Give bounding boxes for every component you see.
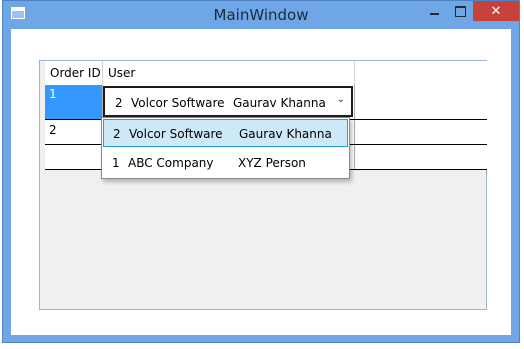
user-combobox[interactable]: 2 Volcor Software Gaurav Khanna ⌄ [103,86,353,117]
dropdown-item-company: ABC Company [128,156,214,170]
maximize-icon [454,5,466,17]
title-bar[interactable]: MainWindow ✕ [3,1,519,29]
filler-cell [355,85,487,119]
close-icon: ✕ [490,3,502,19]
combo-selected-company: Volcor Software [131,96,225,110]
dropdown-item-person: Gaurav Khanna [239,127,332,141]
order-id-cell[interactable]: 1 [45,85,103,119]
window-client-area: Order ID User 1 2 Volcor Software Gaurav… [11,29,511,335]
filler-cell [355,120,487,144]
dropdown-item[interactable]: 2 Volcor Software Gaurav Khanna [103,119,348,147]
column-header-order-id[interactable]: Order ID [45,61,103,85]
order-id-cell[interactable]: 2 [45,120,103,144]
maximize-button[interactable] [447,1,473,21]
combo-selected-id: 2 [115,96,123,110]
dropdown-item[interactable]: 1 ABC Company XYZ Person [103,149,348,177]
minimize-icon [429,13,439,15]
dropdown-item-id: 2 [113,127,121,141]
combo-selected-person: Gaurav Khanna [233,96,326,110]
user-combobox-dropdown[interactable]: 2 Volcor Software Gaurav Khanna 1 ABC Co… [101,117,350,179]
orders-data-grid[interactable]: Order ID User 1 2 Volcor Software Gaurav… [39,60,487,310]
screenshot-frame: MainWindow ✕ Order ID User 1 2 Volcor So… [0,0,524,349]
column-header-filler [355,61,487,85]
dropdown-item-person: XYZ Person [238,156,306,170]
grid-header-row: Order ID User [45,61,487,86]
dropdown-item-company: Volcor Software [129,127,223,141]
order-id-cell[interactable] [45,145,103,169]
table-row[interactable]: 1 2 Volcor Software Gaurav Khanna ⌄ [45,85,487,120]
chevron-down-icon[interactable]: ⌄ [337,94,345,105]
filler-cell [355,145,487,169]
dropdown-item-id: 1 [112,156,120,170]
column-header-user[interactable]: User [103,61,355,85]
close-button[interactable]: ✕ [473,1,519,21]
minimize-button[interactable] [421,1,447,21]
